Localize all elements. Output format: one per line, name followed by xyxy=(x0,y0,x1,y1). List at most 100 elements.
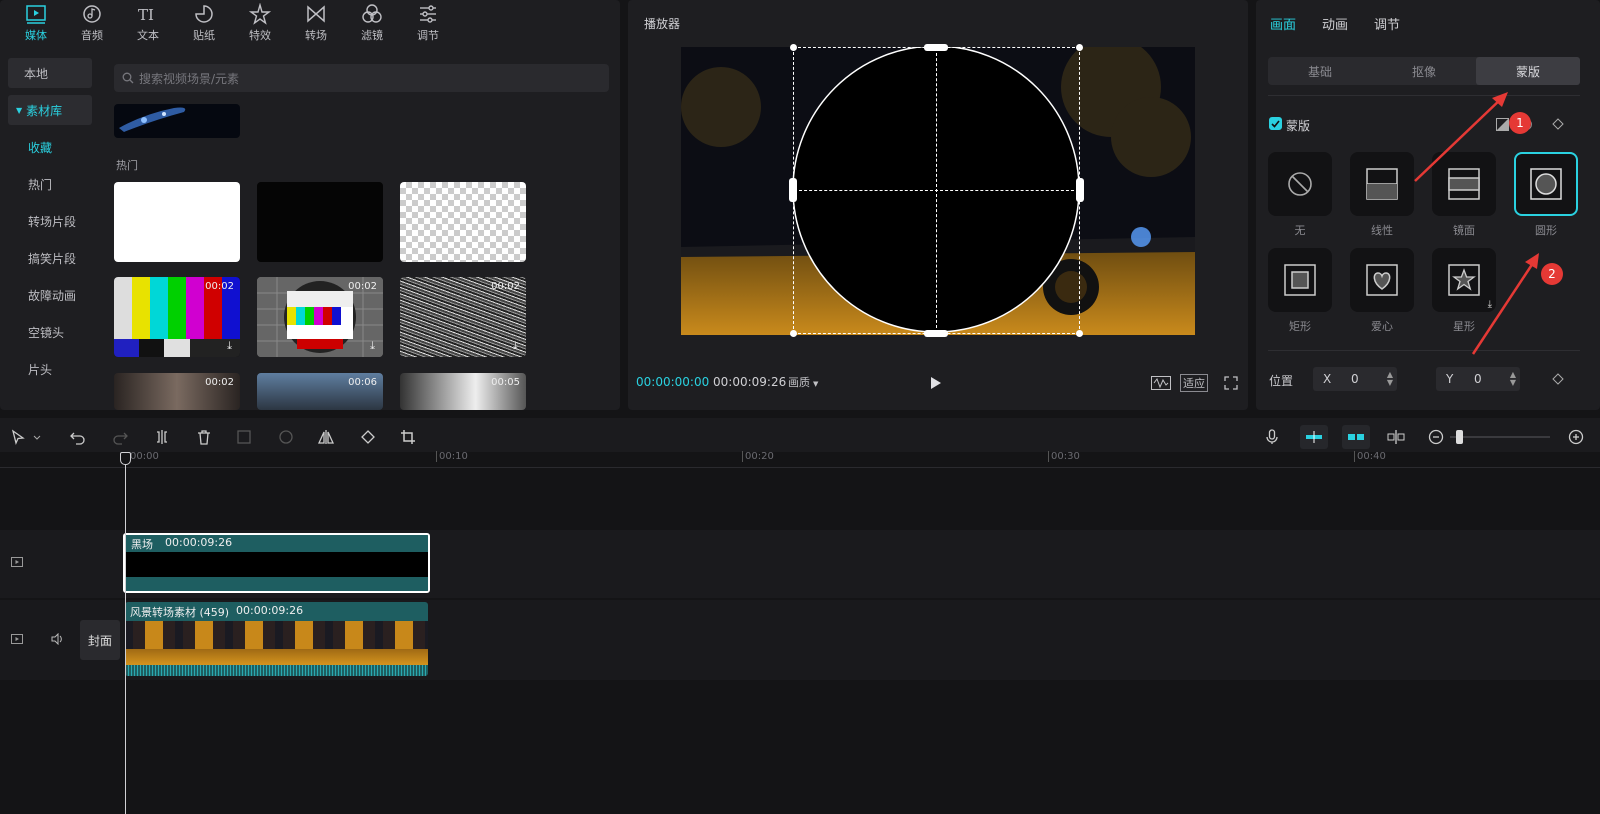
cover-button[interactable]: 封面 xyxy=(80,620,120,660)
mask-circle[interactable] xyxy=(1514,152,1578,216)
sidebar-item-6[interactable]: 片头 xyxy=(8,354,92,384)
tab-effects[interactable]: 特效 xyxy=(232,0,288,46)
thumb-black[interactable] xyxy=(257,182,383,262)
material-thumb[interactable] xyxy=(114,104,240,138)
position-x-field[interactable]: X 0 ▲ ▼ xyxy=(1313,367,1397,391)
tab-media[interactable]: 媒体 xyxy=(8,0,64,46)
download-icon[interactable]: ⤓ xyxy=(227,339,232,353)
download-icon[interactable]: ⤓ xyxy=(1488,299,1492,310)
tab-picture[interactable]: 画面 xyxy=(1270,14,1296,33)
tab-transition[interactable]: 转场 xyxy=(288,0,344,46)
thumb-white[interactable] xyxy=(114,182,240,262)
video-track-icon[interactable] xyxy=(10,633,24,645)
mask-star[interactable]: ⤓ xyxy=(1432,248,1496,312)
crop-icon[interactable] xyxy=(396,425,420,449)
stepper-icon[interactable]: ▲ ▼ xyxy=(1510,371,1516,387)
tab-adjust[interactable]: 调节 xyxy=(400,0,456,46)
thumb-color-bars[interactable]: 00:02 ⤓ xyxy=(114,277,240,357)
fit-button[interactable]: 适应 xyxy=(1180,374,1208,392)
mask-checkbox[interactable] xyxy=(1269,117,1282,130)
linkage-icon[interactable] xyxy=(1384,425,1408,449)
mask-mirror[interactable] xyxy=(1432,152,1496,216)
play-button[interactable] xyxy=(926,374,946,392)
quality-dropdown[interactable]: 画质 ▼ xyxy=(788,374,818,390)
freeze-icon[interactable] xyxy=(232,425,256,449)
rotate-icon[interactable] xyxy=(356,425,380,449)
search-input[interactable]: 搜索视频场景/元素 xyxy=(114,64,609,92)
resize-handle-bottom[interactable] xyxy=(924,330,948,337)
thumb-duration: 00:02 xyxy=(491,281,520,292)
total-timecode: 00:00:09:26 xyxy=(713,375,787,389)
thumb-static-noise[interactable]: 00:02 ⤓ xyxy=(400,277,526,357)
subtab-basic[interactable]: 基础 xyxy=(1268,57,1372,85)
delete-icon[interactable] xyxy=(192,425,216,449)
main-track-magnet-icon[interactable] xyxy=(1300,425,1328,449)
microphone-icon[interactable] xyxy=(1260,425,1284,449)
playhead-handle[interactable] xyxy=(120,452,131,465)
sidebar-item-0[interactable]: 收藏 xyxy=(8,132,92,162)
tab-animation[interactable]: 动画 xyxy=(1322,14,1348,33)
position-label: 位置 xyxy=(1269,374,1294,388)
sidebar-item-1[interactable]: 热门 xyxy=(8,169,92,199)
mask-bounding-box[interactable] xyxy=(789,44,1084,337)
tab-sticker[interactable]: 贴纸 xyxy=(176,0,232,46)
tab-audio[interactable]: 音频 xyxy=(64,0,120,46)
keyframe-icon[interactable] xyxy=(1550,116,1566,132)
mask-heart[interactable] xyxy=(1350,248,1414,312)
thumb-clip-3[interactable]: 00:05 xyxy=(400,373,526,410)
playhead[interactable] xyxy=(125,452,126,814)
timeline-clip-black[interactable]: 黑场 00:00:09:26 xyxy=(123,533,430,593)
sidebar-item-local[interactable]: 本地 xyxy=(8,58,92,88)
sidebar-item-5[interactable]: 空镜头 xyxy=(8,317,92,347)
select-tool-icon[interactable] xyxy=(6,425,30,449)
thumb-clip-1[interactable]: 00:02 xyxy=(114,373,240,410)
sidebar-item-library[interactable]: ▼ 素材库 xyxy=(8,95,92,125)
mask-rectangle[interactable] xyxy=(1268,248,1332,312)
chevron-down-icon[interactable] xyxy=(30,425,44,449)
mirror-icon[interactable] xyxy=(314,425,338,449)
resize-handle-left[interactable] xyxy=(789,178,797,202)
speaker-icon[interactable] xyxy=(50,632,66,646)
tab-adjust[interactable]: 调节 xyxy=(1374,14,1400,33)
zoom-slider[interactable] xyxy=(1450,430,1550,444)
resize-handle-top[interactable] xyxy=(924,44,948,51)
tab-filter[interactable]: 滤镜 xyxy=(344,0,400,46)
download-icon[interactable]: ⤓ xyxy=(513,339,518,353)
mask-linear[interactable] xyxy=(1350,152,1414,216)
download-icon[interactable]: ⤓ xyxy=(370,339,375,353)
stepper-icon[interactable]: ▲ ▼ xyxy=(1387,371,1393,387)
timeline-clip-scenery[interactable]: 风景转场素材 (459) 00:00:09:26 xyxy=(125,602,428,676)
sidebar-item-2[interactable]: 转场片段 xyxy=(8,206,92,236)
resize-handle-right[interactable] xyxy=(1076,178,1084,202)
zoom-slider-thumb[interactable] xyxy=(1456,430,1463,444)
thumb-test-pattern[interactable]: 00:02 ⤓ xyxy=(257,277,383,357)
audio-waveform xyxy=(125,665,428,676)
tab-label: 文本 xyxy=(137,29,159,42)
ruler-tick: 00:00 xyxy=(130,451,159,462)
redo-icon[interactable] xyxy=(108,425,132,449)
invert-mask-icon[interactable] xyxy=(1494,116,1510,132)
zoom-in-icon[interactable] xyxy=(1564,425,1588,449)
reverse-icon[interactable] xyxy=(274,425,298,449)
tab-text[interactable]: TI 文本 xyxy=(120,0,176,46)
split-icon[interactable] xyxy=(150,425,174,449)
thumb-transparent[interactable] xyxy=(400,182,526,262)
material-sidebar: 本地 ▼ 素材库 收藏热门转场片段搞笑片段故障动画空镜头片头 xyxy=(8,58,92,391)
keyframe-icon[interactable] xyxy=(1550,371,1566,387)
tab-label: 媒体 xyxy=(25,29,47,42)
waveform-icon[interactable] xyxy=(1150,374,1172,392)
sidebar-item-4[interactable]: 故障动画 xyxy=(8,280,92,310)
zoom-out-icon[interactable] xyxy=(1424,425,1448,449)
position-y-field[interactable]: Y 0 ▲ ▼ xyxy=(1436,367,1520,391)
subtab-group: 基础 抠像 蒙版 xyxy=(1268,57,1580,85)
video-track-icon[interactable] xyxy=(10,556,24,568)
thumb-clip-2[interactable]: 00:06 xyxy=(257,373,383,410)
sidebar-item-3[interactable]: 搞笑片段 xyxy=(8,243,92,273)
subtab-cutout[interactable]: 抠像 xyxy=(1372,57,1476,85)
subtab-mask[interactable]: 蒙版 xyxy=(1476,57,1580,85)
fullscreen-icon[interactable] xyxy=(1222,374,1240,392)
auto-snap-icon[interactable] xyxy=(1342,425,1370,449)
mask-label-rectangle: 矩形 xyxy=(1289,320,1311,333)
mask-none[interactable] xyxy=(1268,152,1332,216)
undo-icon[interactable] xyxy=(66,425,90,449)
